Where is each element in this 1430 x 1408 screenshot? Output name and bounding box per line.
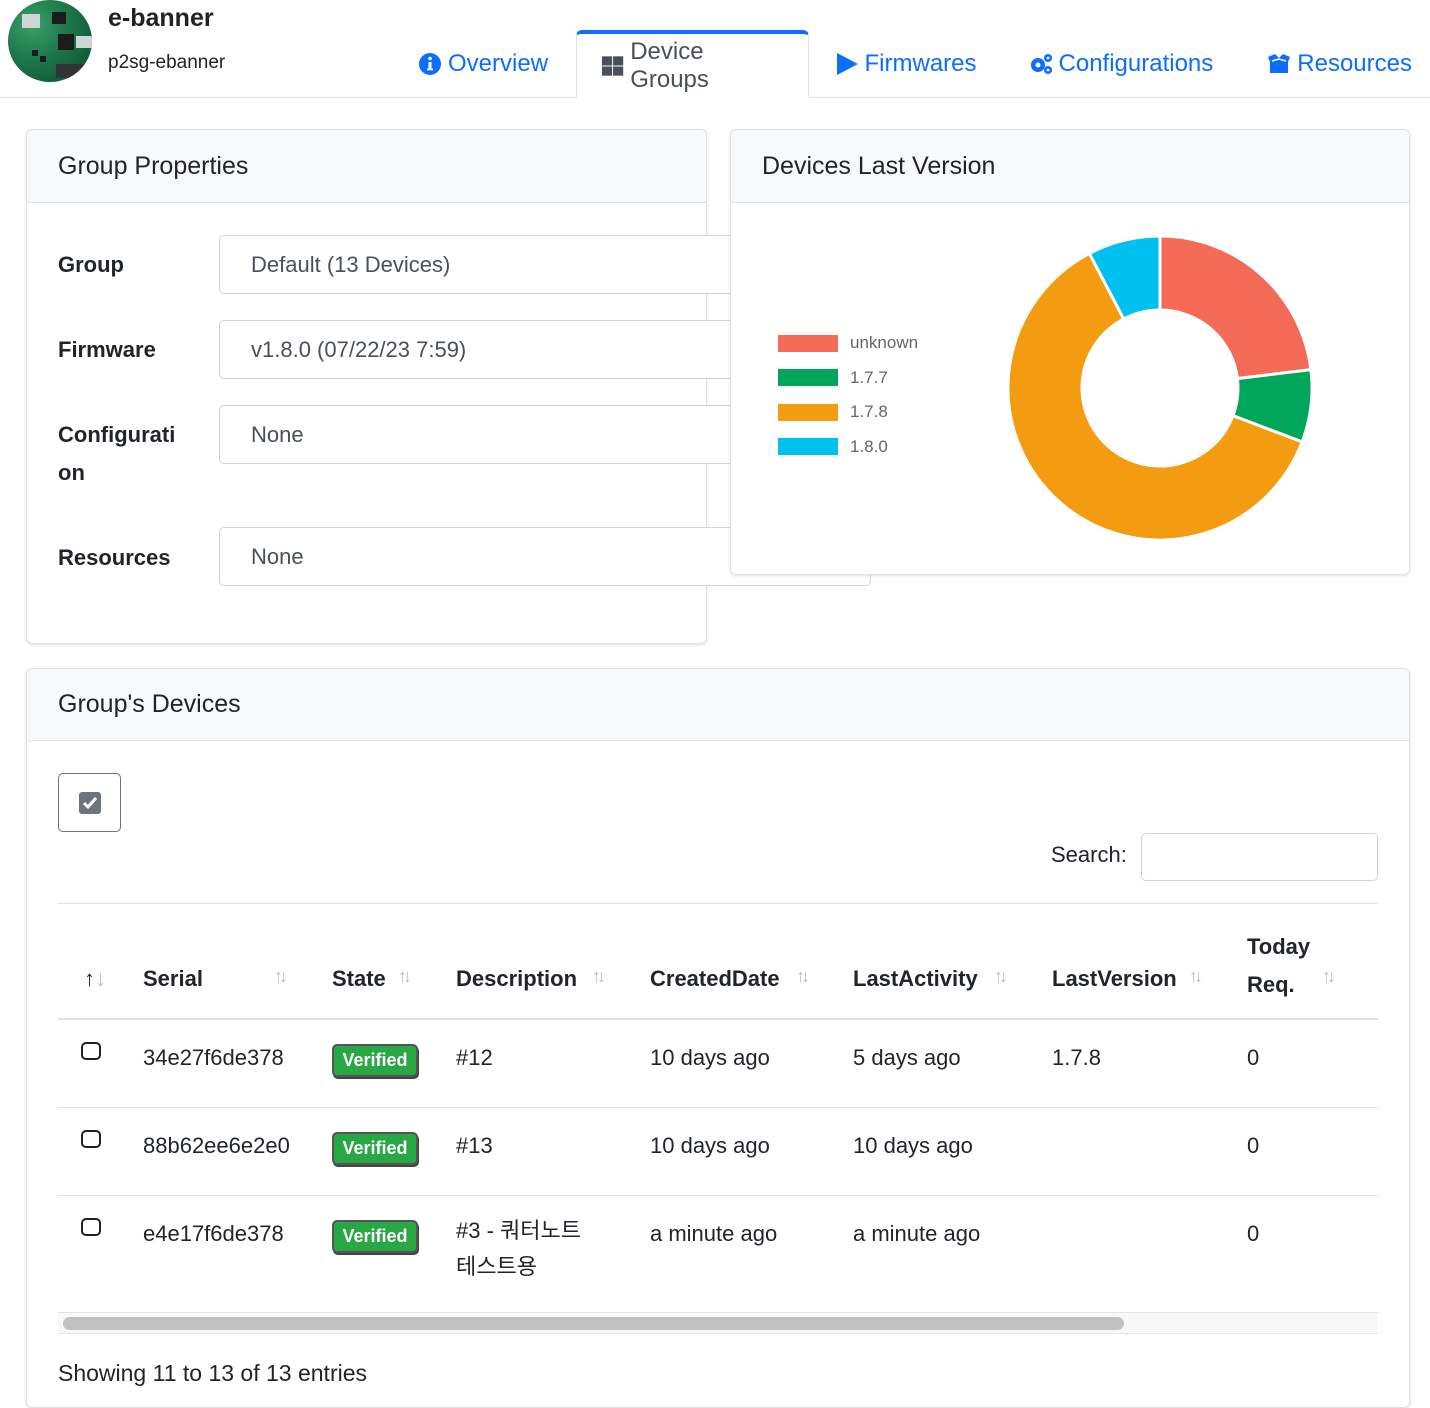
configuration-label-line2: on	[58, 460, 85, 485]
legend-item[interactable]: unknown	[778, 326, 918, 361]
tab-firmwares[interactable]: Firmwares	[809, 30, 995, 98]
row-checkbox[interactable]	[81, 1130, 101, 1148]
tab-device-groups-label: Device Groups	[630, 37, 709, 93]
legend-swatch	[778, 334, 838, 352]
serial-cell[interactable]: 88b62ee6e2e0	[143, 1133, 290, 1159]
status-badge: Verified	[332, 1220, 418, 1253]
nav-tabs: Overview Device Groups Firmwares Configu…	[400, 30, 1430, 99]
donut-slice-unknown[interactable]	[1158, 234, 1313, 381]
box-open-icon	[1268, 54, 1291, 73]
today-req-cell: 0	[1247, 1133, 1260, 1158]
today-req-line2: Req.	[1247, 972, 1295, 997]
legend-label: 1.7.8	[850, 402, 888, 422]
legend-swatch	[778, 369, 838, 387]
tab-configurations-label: Configurations	[1058, 50, 1214, 77]
tab-overview[interactable]: Overview	[400, 30, 566, 98]
sort-icon[interactable]: ↑↓	[274, 966, 288, 987]
legend-label: 1.8.0	[850, 436, 888, 456]
group-properties-title: Group Properties	[27, 130, 706, 203]
configuration-label: Configurati on	[58, 416, 175, 492]
row-divider	[58, 1107, 1378, 1108]
sort-icon[interactable]: ↑↓	[994, 966, 1008, 987]
description-line2: 테스트용	[456, 1254, 537, 1279]
scrollbar-thumb[interactable]	[63, 1317, 1124, 1330]
firmware-label: Firmware	[58, 337, 156, 362]
created-cell: a minute ago	[650, 1221, 778, 1246]
configuration-label-line1: Configurati	[58, 422, 176, 447]
description-line1: #3 - 쿼터노트	[456, 1218, 581, 1243]
column-header-description[interactable]: Description	[456, 966, 577, 992]
status-badge: Verified	[332, 1132, 418, 1165]
status-badge: Verified	[332, 1044, 418, 1077]
resources-label: Resources	[58, 545, 171, 570]
sort-icon[interactable]: ↑↓	[1322, 966, 1336, 987]
group-devices-card: Group's Devices	[26, 668, 1410, 1408]
description-cell: #13	[456, 1133, 493, 1158]
legend-item[interactable]: 1.7.8	[778, 395, 918, 430]
app-name: e-banner	[108, 4, 214, 32]
tab-resources-label: Resources	[1297, 50, 1412, 77]
group-label: Group	[58, 252, 124, 277]
chart-title: Devices Last Version	[731, 130, 1409, 203]
last-activity-cell: 10 days ago	[853, 1133, 973, 1158]
sort-icon[interactable]: ↑↓	[592, 966, 606, 987]
serial-cell[interactable]: e4e17f6de378	[143, 1221, 284, 1247]
group-devices-title: Group's Devices	[27, 669, 1409, 741]
description-cell: #3 - 쿼터노트 테스트용	[456, 1213, 581, 1285]
row-divider	[58, 1195, 1378, 1196]
search-input[interactable]	[1141, 833, 1378, 881]
column-header-last-version[interactable]: LastVersion	[1052, 966, 1177, 992]
last-version-cell: 1.7.8	[1052, 1045, 1101, 1070]
serial-cell[interactable]: 34e27f6de378	[143, 1045, 284, 1071]
sort-icon[interactable]: ↑↓	[1189, 966, 1203, 987]
info-circle-icon	[419, 53, 441, 75]
last-activity-cell: a minute ago	[853, 1221, 981, 1246]
donut-chart	[1006, 234, 1314, 542]
legend-item[interactable]: 1.7.7	[778, 361, 918, 396]
column-header-state[interactable]: State	[332, 966, 386, 992]
table-top-divider	[58, 903, 1378, 904]
column-header-last-activity[interactable]: LastActivity	[853, 966, 978, 992]
tab-resources[interactable]: Resources	[1231, 30, 1430, 98]
grid-icon	[601, 55, 624, 76]
sort-icon[interactable]: ↑↓	[398, 966, 412, 987]
tab-configurations[interactable]: Configurations	[995, 30, 1232, 98]
today-req-line1: Today	[1247, 934, 1311, 959]
last-activity-cell: 5 days ago	[853, 1045, 961, 1070]
legend-swatch	[778, 403, 838, 421]
table-info: Showing 11 to 13 of 13 entries	[58, 1360, 368, 1386]
tab-device-groups[interactable]: Device Groups	[576, 30, 809, 98]
row-checkbox[interactable]	[81, 1042, 101, 1060]
legend-swatch	[778, 438, 838, 456]
legend-label: 1.7.7	[850, 367, 888, 387]
column-header-today-req[interactable]: Today Req.	[1247, 928, 1310, 1004]
horizontal-scrollbar[interactable]	[58, 1312, 1378, 1334]
today-req-cell: 0	[1247, 1045, 1260, 1070]
gears-icon	[1030, 54, 1052, 74]
select-all-toggle-button[interactable]	[58, 773, 121, 832]
chart-legend: unknown 1.7.7 1.7.8 1.8.0	[778, 326, 918, 464]
table-header-divider	[58, 1018, 1378, 1020]
tab-overview-label: Overview	[448, 50, 549, 77]
search-label: Search:	[1051, 842, 1127, 867]
play-icon	[836, 53, 858, 75]
app-header: e-banner p2sg-ebanner Overview Device Gr…	[0, 0, 1430, 98]
legend-item[interactable]: 1.8.0	[778, 430, 918, 465]
select-column-header[interactable]: ↑↓	[84, 966, 106, 992]
tab-firmwares-label: Firmwares	[864, 50, 977, 77]
app-id: p2sg-ebanner	[108, 52, 226, 73]
column-header-created-date[interactable]: CreatedDate	[650, 966, 780, 992]
row-checkbox[interactable]	[81, 1218, 101, 1236]
legend-label: unknown	[850, 333, 919, 353]
created-cell: 10 days ago	[650, 1045, 770, 1070]
today-req-cell: 0	[1247, 1221, 1260, 1246]
sort-icon[interactable]: ↑↓	[796, 966, 810, 987]
created-cell: 10 days ago	[650, 1133, 770, 1158]
checkbox-checked-icon	[78, 791, 101, 814]
column-header-serial[interactable]: Serial	[143, 966, 203, 992]
app-avatar	[8, 0, 92, 82]
description-cell: #12	[456, 1045, 493, 1070]
